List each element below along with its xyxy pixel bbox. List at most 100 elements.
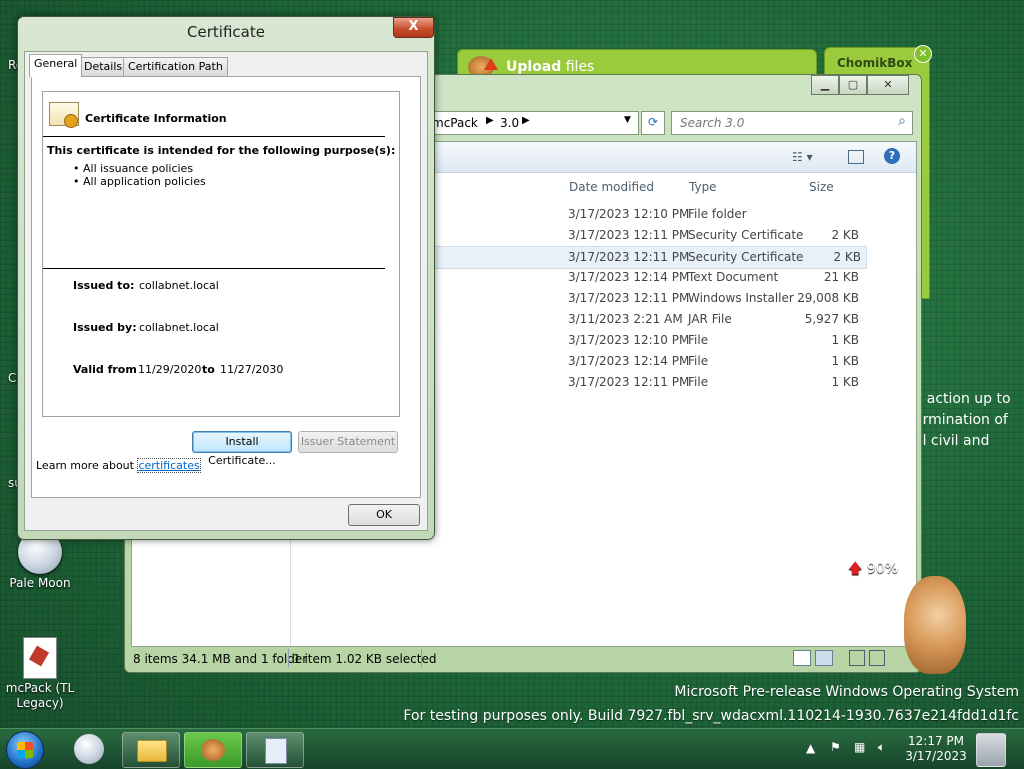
certificates-link[interactable]: certificates <box>137 458 201 473</box>
file-date: 3/17/2023 12:11 PM <box>568 291 690 305</box>
column-header-type[interactable]: Type <box>689 180 717 194</box>
certificate-taskbar-button[interactable] <box>246 732 304 768</box>
file-type: Security Certificate <box>688 228 804 242</box>
layout-icon[interactable] <box>869 650 885 666</box>
clock[interactable]: 12:17 PM 3/17/2023 <box>904 734 968 764</box>
network-icon[interactable]: ▦ <box>854 740 865 754</box>
file-row[interactable]: 3/17/2023 12:11 PM Windows Installer ...… <box>425 288 865 309</box>
issued-to-value: collabnet.local <box>139 279 219 292</box>
file-size: 29,008 KB <box>797 291 859 305</box>
install-certificate-button[interactable]: Install Certificate... <box>192 431 292 467</box>
chomikbox-close-icon[interactable]: ✕ <box>914 45 932 63</box>
progress-percent: 90% <box>866 561 898 577</box>
file-size: 1 KB <box>831 333 859 347</box>
file-row[interactable]: 3/17/2023 12:10 PM File 1 KB <box>425 330 865 351</box>
issued-to-label: Issued to: <box>73 279 135 292</box>
volume-muted-icon[interactable]: 🔈︎ <box>878 740 885 755</box>
file-row[interactable]: 3/17/2023 12:14 PM File 1 KB <box>425 351 865 372</box>
file-type: Security Certificate <box>688 250 804 264</box>
file-row[interactable]: 3/17/2023 12:11 PM Security Certificate … <box>425 225 865 246</box>
file-row-selected[interactable]: 3/17/2023 12:11 PM Security Certificate … <box>425 246 867 269</box>
file-size: 1 KB <box>831 354 859 368</box>
file-row[interactable]: 3/17/2023 12:14 PM Text Document 21 KB <box>425 267 865 288</box>
file-row[interactable]: 3/11/2023 2:21 AM JAR File 5,927 KB <box>425 309 865 330</box>
background-text: y action up to <box>914 391 1011 407</box>
details-view-icon[interactable] <box>793 650 811 666</box>
purpose-item: • All issuance policies <box>73 162 194 175</box>
file-date: 3/17/2023 12:14 PM <box>568 354 690 368</box>
chevron-down-icon[interactable]: ▼ <box>624 115 631 125</box>
upload-title: Upload <box>506 59 562 75</box>
status-bar: 8 items 34.1 MB and 1 folder 1 item 1.02… <box>125 647 921 671</box>
file-row[interactable]: 3/17/2023 12:10 PM File folder <box>425 204 865 225</box>
dialog-body: General Details Certification Path Certi… <box>24 51 428 531</box>
preview-pane-icon[interactable] <box>848 150 864 164</box>
large-icons-view-icon[interactable] <box>815 650 833 666</box>
chomikbox-title: ChomikBox <box>837 56 913 70</box>
watermark-line-2: For testing purposes only. Build 7927.fb… <box>403 708 1019 724</box>
action-center-flag-icon[interactable]: ⚑ <box>830 740 841 754</box>
background-text: ermination of <box>914 412 1008 428</box>
close-button[interactable]: X <box>393 17 434 38</box>
ok-button[interactable]: OK <box>348 504 420 526</box>
file-row[interactable]: 3/17/2023 12:11 PM File 1 KB <box>425 372 865 393</box>
refresh-button[interactable]: ⟳ <box>641 111 665 135</box>
show-hidden-icons[interactable]: ▲ <box>806 741 815 755</box>
breadcrumb-mcpack[interactable]: mcPack <box>432 116 478 130</box>
layout-icon[interactable] <box>849 650 865 666</box>
certificate-info-box: Certificate Information This certificate… <box>42 91 400 417</box>
pale-moon-taskbar-icon[interactable] <box>74 734 104 764</box>
status-items: 8 items 34.1 MB and 1 folder <box>133 652 308 666</box>
up-arrow-icon: 🡅 <box>848 561 863 577</box>
certificate-icon <box>49 102 79 128</box>
search-input[interactable]: Search 3.0 ⌕ <box>671 111 913 135</box>
file-type: Windows Installer ... <box>688 291 810 305</box>
start-button[interactable] <box>6 731 44 769</box>
certificate-dialog[interactable]: Certificate X General Details Certificat… <box>17 16 435 540</box>
file-size: 21 KB <box>823 270 859 284</box>
help-icon[interactable]: ? <box>884 148 900 164</box>
search-placeholder: Search 3.0 <box>680 116 745 130</box>
desktop-icon-mcpack[interactable]: mcPack (TL Legacy) <box>0 637 80 711</box>
file-size: 1 KB <box>831 375 859 389</box>
learn-more-text: Learn more about certificates <box>36 458 201 473</box>
purpose-heading: This certificate is intended for the fol… <box>47 144 396 157</box>
hamster-mascot-icon[interactable] <box>904 576 966 674</box>
chomikbox-taskbar-button[interactable] <box>184 732 242 768</box>
file-date: 3/17/2023 12:11 PM <box>568 375 690 389</box>
file-type: File <box>688 375 709 389</box>
close-button[interactable]: ✕ <box>867 75 909 95</box>
taskbar: ▲ ⚑ ▦ 🔈︎ 12:17 PM 3/17/2023 <box>0 728 1024 769</box>
maximize-button[interactable]: ▢ <box>839 75 867 95</box>
watermark-line-1: Microsoft Pre-release Windows Operating … <box>674 684 1019 700</box>
address-bar[interactable]: mcPack ▶ 3.0 ▶ ▼ <box>425 111 639 135</box>
file-date: 3/17/2023 12:14 PM <box>568 270 690 284</box>
clock-date: 3/17/2023 <box>905 749 967 763</box>
file-type: File <box>688 333 709 347</box>
user-icon[interactable] <box>976 733 1006 767</box>
desktop-icon-label: Pale Moon <box>9 576 71 590</box>
breadcrumb-separator-icon: ▶ <box>522 115 530 126</box>
column-header-size[interactable]: Size <box>809 180 834 194</box>
valid-from-label: Valid from <box>73 363 137 376</box>
windows-logo-icon <box>17 742 33 758</box>
file-size: 2 KB <box>833 250 861 264</box>
tab-details[interactable]: Details <box>79 57 128 76</box>
file-type: File <box>688 354 709 368</box>
breadcrumb-separator-icon: ▶ <box>486 115 494 126</box>
file-size: 2 KB <box>831 228 859 242</box>
explorer-taskbar-button[interactable] <box>122 732 180 768</box>
column-header-date[interactable]: Date modified <box>569 180 654 194</box>
tab-certification-path[interactable]: Certification Path <box>123 57 228 76</box>
issuer-statement-button[interactable]: Issuer Statement <box>298 431 398 453</box>
views-icon[interactable]: ☷ ▾ <box>792 150 813 164</box>
folder-icon <box>137 740 167 762</box>
tab-general[interactable]: General <box>29 54 83 77</box>
minimize-button[interactable]: ▁ <box>811 75 839 95</box>
general-tab-panel: Certificate Information This certificate… <box>31 76 421 498</box>
learn-more-label: Learn more about <box>36 459 138 472</box>
valid-to-value: 11/27/2030 <box>220 363 284 376</box>
background-text: al civil and <box>914 433 990 449</box>
search-icon[interactable]: ⌕ <box>898 113 906 129</box>
breadcrumb-3-0[interactable]: 3.0 <box>500 116 519 130</box>
